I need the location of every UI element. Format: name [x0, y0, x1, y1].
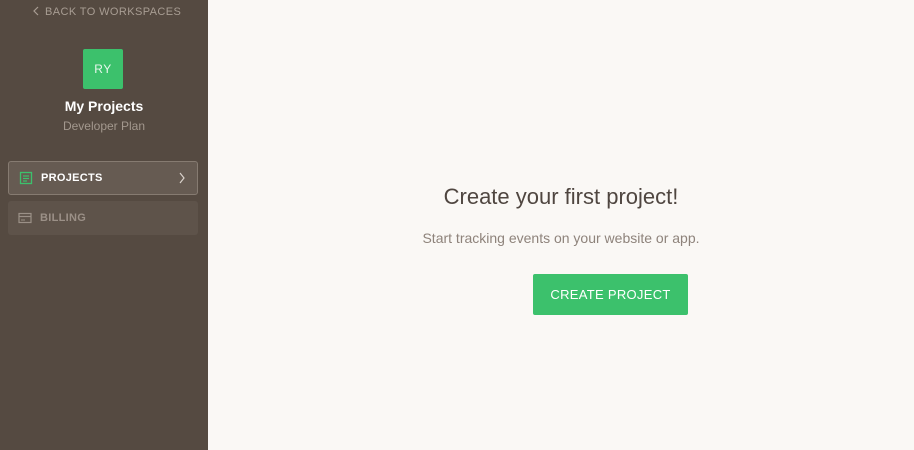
- workspace-avatar: RY: [83, 49, 123, 89]
- workspace-plan: Developer Plan: [62, 119, 146, 133]
- chevron-left-icon: [33, 6, 43, 19]
- sidebar-item-projects[interactable]: PROJECTS: [8, 161, 198, 195]
- empty-state-title: Create your first project!: [443, 184, 679, 209]
- chevron-right-icon: [179, 172, 185, 187]
- back-to-workspaces-link[interactable]: BACK TO WORKSPACES: [33, 5, 181, 19]
- billing-card-icon: [18, 211, 32, 225]
- sidebar-item-label: PROJECTS: [41, 172, 103, 184]
- sidebar-item-billing[interactable]: BILLING: [8, 201, 198, 235]
- empty-state-subtitle: Start tracking events on your website or…: [422, 230, 700, 246]
- projects-icon: [19, 171, 33, 185]
- sidebar-item-label: BILLING: [40, 212, 87, 224]
- back-link-label: BACK TO WORKSPACES: [45, 6, 182, 18]
- avatar-initials: RY: [94, 62, 112, 76]
- create-project-button[interactable]: CREATE PROJECT: [533, 274, 688, 315]
- workspace-name: My Projects: [64, 98, 144, 114]
- sidebar: BACK TO WORKSPACES RY My Projects Develo…: [0, 0, 208, 450]
